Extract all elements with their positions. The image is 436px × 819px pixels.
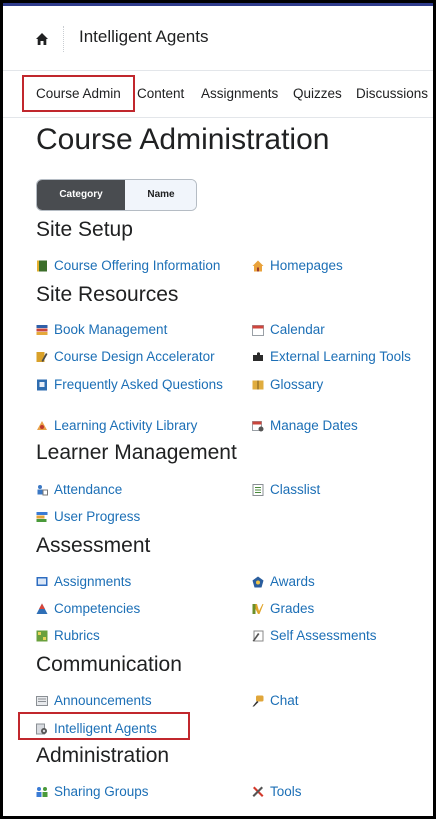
- link-label: Awards: [270, 574, 315, 589]
- link-label: Manage Dates: [270, 418, 358, 433]
- announcement-icon: [36, 696, 48, 706]
- link-label: Frequently Asked Questions: [54, 377, 223, 392]
- link-label: Glossary: [270, 377, 324, 392]
- section-title-administration: Administration: [36, 744, 170, 767]
- link-label: Assignments: [54, 574, 132, 589]
- sharing-groups-icon: [36, 787, 48, 797]
- grades-icon: [252, 604, 264, 614]
- house-icon: [252, 260, 264, 272]
- calendar-icon: [252, 325, 264, 336]
- faq-book-icon: [37, 379, 47, 391]
- tools-icon: [252, 786, 264, 797]
- link-label: Grades: [270, 601, 315, 616]
- link-label: User Progress: [54, 509, 141, 524]
- link-label: Calendar: [270, 322, 325, 337]
- section-title-learner-management: Learner Management: [36, 441, 237, 464]
- puzzle-icon: [253, 352, 263, 361]
- link-label: Attendance: [54, 482, 123, 497]
- link-label: Book Management: [54, 322, 168, 337]
- course-header: Intelligent Agents: [3, 6, 433, 70]
- pencil-book-icon: [36, 352, 48, 362]
- link-label: Tools: [270, 784, 302, 799]
- rubric-icon: [36, 630, 48, 642]
- link-label: Classlist: [270, 482, 321, 497]
- course-admin-highlight-box: [22, 75, 135, 112]
- classlist-icon: [252, 484, 264, 496]
- intelligent-agents-highlight-box: [18, 712, 190, 740]
- link-label: Chat: [270, 693, 299, 708]
- award-icon: [252, 576, 264, 588]
- section-title-site-resources: Site Resources: [36, 283, 179, 306]
- link-label: Course Design Accelerator: [54, 349, 215, 364]
- assignment-icon: [36, 577, 48, 586]
- section-title-assessment: Assessment: [36, 534, 151, 557]
- attendance-icon: [37, 485, 48, 496]
- link-label: Sharing Groups: [54, 784, 149, 799]
- home-icon[interactable]: [35, 32, 49, 46]
- nav-assignments[interactable]: Assignments: [201, 86, 278, 101]
- course-title[interactable]: Intelligent Agents: [79, 27, 208, 47]
- chat-icon: [252, 695, 264, 707]
- progress-icon: [36, 512, 48, 522]
- name-toggle-button[interactable]: Name: [125, 180, 196, 210]
- category-toggle-button[interactable]: Category: [37, 180, 125, 210]
- view-toggle: Category Name: [36, 179, 197, 211]
- page-frame: Intelligent Agents Course Admin Content …: [3, 3, 433, 816]
- page-title: Course Administration: [36, 123, 330, 156]
- nav-quizzes[interactable]: Quizzes: [293, 86, 342, 101]
- header-separator: [63, 26, 64, 52]
- section-title-site-setup: Site Setup: [36, 218, 133, 241]
- nav-content[interactable]: Content: [137, 86, 184, 101]
- link-label: External Learning Tools: [270, 349, 411, 364]
- link-label: Learning Activity Library: [54, 418, 198, 433]
- link-label: Competencies: [54, 601, 141, 616]
- library-icon: [37, 421, 47, 430]
- book-icon: [37, 260, 47, 272]
- glossary-icon: [252, 380, 264, 390]
- manage-dates-icon: [252, 421, 264, 432]
- section-title-communication: Communication: [36, 653, 182, 676]
- nav-discussions[interactable]: Discussions: [356, 86, 428, 101]
- link-label: Announcements: [54, 693, 152, 708]
- books-icon: [36, 325, 48, 335]
- link-label: Homepages: [270, 258, 343, 273]
- competency-icon: [36, 603, 48, 614]
- link-label: Course Offering Information: [54, 258, 221, 273]
- link-label: Rubrics: [54, 628, 100, 643]
- self-assessment-icon: [252, 630, 264, 642]
- link-label: Self Assessments: [270, 628, 377, 643]
- navbar-divider: [3, 117, 433, 118]
